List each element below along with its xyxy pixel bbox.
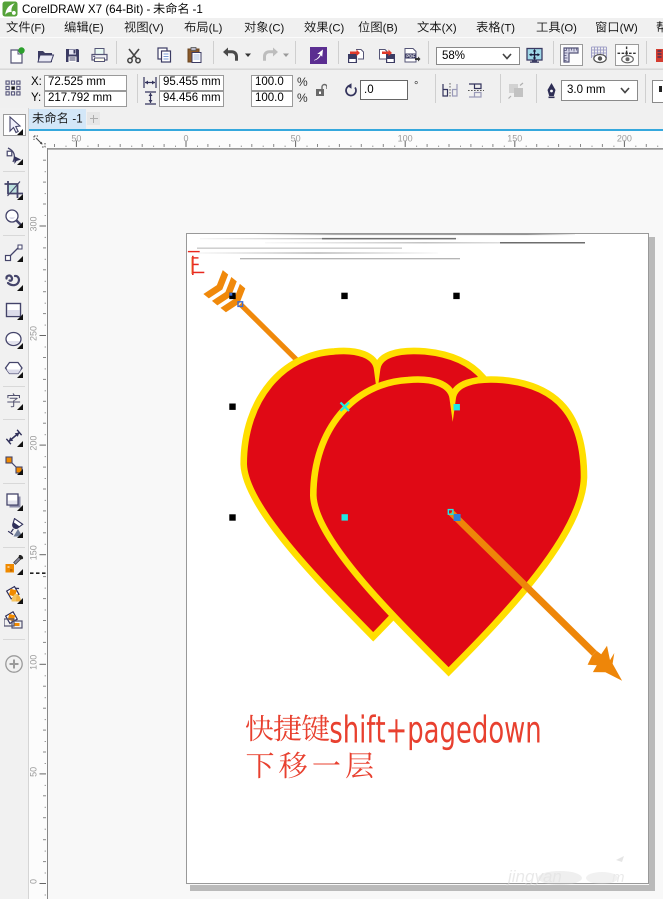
svg-text:m: m bbox=[612, 869, 625, 886]
